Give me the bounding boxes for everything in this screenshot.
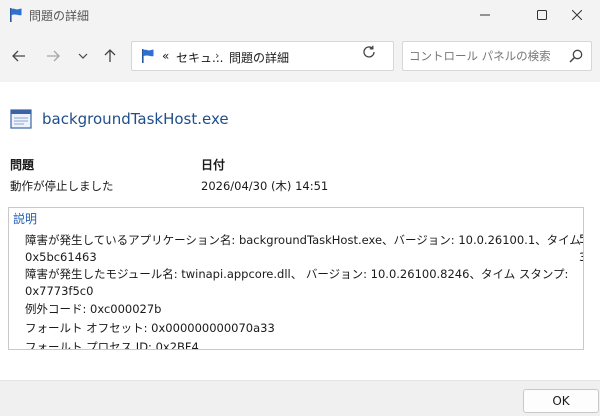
- dialog-footer: OK: [0, 380, 600, 416]
- forward-button[interactable]: [41, 44, 65, 68]
- refresh-icon[interactable]: [362, 45, 376, 59]
- maximize-icon: [537, 10, 547, 20]
- address-bar[interactable]: « セキュ... › 問題の詳細: [131, 41, 482, 71]
- description-line: フォールト オフセット: 0x000000000070a33: [25, 321, 275, 335]
- date-label: 日付: [201, 158, 226, 172]
- main-content: backgroundTaskHost.exe 問題 日付 動作が停止しました 2…: [0, 82, 600, 380]
- description-line: フォールト プロセス ID: 0x2BF4: [25, 340, 199, 350]
- description-line: 0x7773f5c0: [25, 284, 94, 298]
- description-title: 説明: [13, 212, 38, 226]
- breadcrumb-separator: ›: [215, 49, 220, 62]
- blue-flag-icon: [10, 8, 22, 22]
- minimize-icon: [480, 14, 490, 16]
- window-title: 問題の詳細: [29, 9, 90, 23]
- arrow-left-icon: [12, 50, 25, 62]
- application-name: backgroundTaskHost.exe: [42, 110, 229, 128]
- problem-value: 動作が停止しました: [10, 179, 114, 193]
- up-button[interactable]: [98, 44, 122, 68]
- application-window-icon: [10, 109, 32, 129]
- arrow-right-icon: [47, 50, 60, 62]
- description-line: 障害が発生しているアプリケーション名: backgroundTaskHost.e…: [25, 233, 584, 247]
- ok-button[interactable]: OK: [523, 389, 599, 413]
- search-input[interactable]: [409, 47, 559, 65]
- description-line: 例外コード: 0xc000027b: [25, 302, 162, 316]
- minimize-button[interactable]: [462, 0, 508, 30]
- search-box[interactable]: [402, 41, 592, 71]
- clipped-text: 3: [579, 250, 583, 264]
- blue-flag-icon: [142, 49, 154, 63]
- description-line: 0x5bc61463: [25, 250, 97, 264]
- breadcrumb-overflow[interactable]: «: [162, 49, 169, 63]
- arrow-up-icon: [104, 49, 116, 62]
- close-button[interactable]: [554, 0, 600, 30]
- close-icon: [572, 10, 582, 20]
- back-button[interactable]: [7, 44, 31, 68]
- problem-label: 問題: [10, 158, 35, 172]
- breadcrumb-item-problem-details[interactable]: 問題の詳細: [229, 49, 289, 66]
- navigation-bar: « セキュ... › 問題の詳細: [0, 30, 600, 82]
- app-header: backgroundTaskHost.exe: [10, 108, 229, 130]
- title-bar: 問題の詳細: [0, 0, 600, 30]
- date-value: 2026/04/30 (木) 14:51: [201, 179, 329, 193]
- recent-locations-button[interactable]: [71, 44, 95, 68]
- search-icon[interactable]: [569, 49, 583, 63]
- description-line: 障害が発生したモジュール名: twinapi.appcore.dll、 バージョ…: [25, 267, 569, 281]
- chevron-down-icon: [78, 53, 88, 59]
- clipped-text: 5: [579, 232, 583, 246]
- description-panel[interactable]: 説明 障害が発生しているアプリケーション名: backgroundTaskHos…: [8, 207, 584, 350]
